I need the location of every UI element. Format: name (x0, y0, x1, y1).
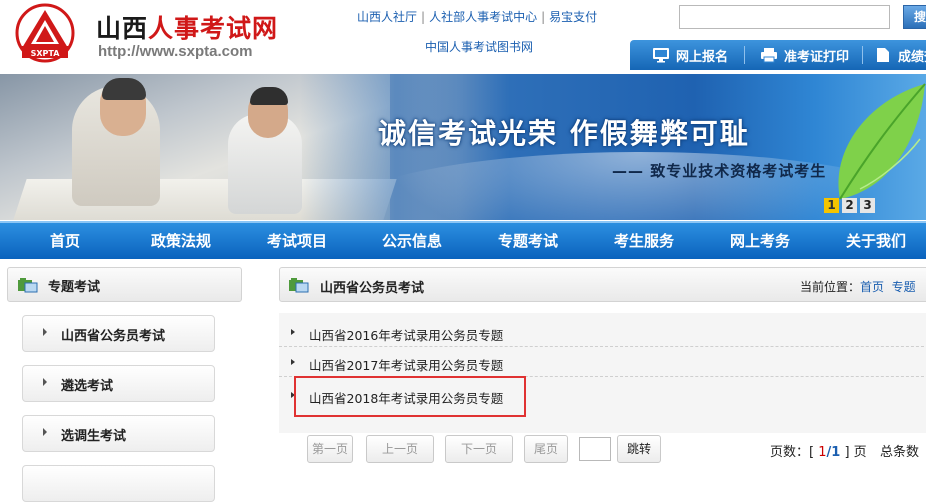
nav-policy[interactable]: 政策法规 (138, 223, 224, 259)
top-link-yeepay[interactable]: 易宝支付 (549, 10, 597, 24)
site-title-red: 人事考试网 (148, 14, 279, 43)
photo-examinee-1-hair (102, 78, 146, 100)
sxpta-logo[interactable]: SXPTA (10, 2, 80, 64)
last-page-button[interactable]: 尾页 (524, 435, 568, 463)
first-page-button[interactable]: 第一页 (307, 435, 353, 463)
document-icon (874, 47, 892, 63)
banner-slogan-sub: —— 致专业技术资格考试考生 (612, 162, 827, 180)
site-url: http://www.sxpta.com (98, 43, 253, 60)
prev-page-button[interactable]: 上一页 (366, 435, 434, 463)
page-unit: 页 (853, 445, 867, 460)
chevron-right-icon (43, 428, 47, 436)
content-header: 山西省公务员考试 当前位置：首页 专题 (279, 267, 926, 302)
page-count: 页数：[ 1/1 ] 页 (770, 441, 867, 460)
online-registration-button[interactable]: 网上报名 (652, 40, 728, 70)
banner-slogan: 诚信考试光荣 作假舞弊可耻 (378, 117, 750, 150)
article-item-2016[interactable]: 山西省2016年考试录用公务员专题 (279, 318, 926, 347)
site-title: 山西人事考试网 (96, 9, 278, 45)
current-page: 1 (818, 445, 827, 460)
breadcrumb-separator (884, 280, 892, 294)
divider (862, 46, 863, 64)
slide-dot-3[interactable]: 3 (860, 198, 875, 213)
total-pages: 1 (831, 445, 841, 460)
nav-special-exams[interactable]: 专题考试 (485, 223, 571, 259)
divider: | (421, 10, 426, 24)
score-query-button[interactable]: 成绩查 (874, 40, 926, 70)
slide-dot-1[interactable]: 1 (824, 198, 839, 213)
book-site-link[interactable]: 中国人事考试图书网 (425, 38, 533, 55)
search-input[interactable] (679, 5, 890, 29)
site-title-plain: 山西 (96, 14, 149, 43)
nav-home[interactable]: 首页 (22, 223, 108, 259)
site-header: SXPTA 山西人事考试网 http://www.sxpta.com 山西人社厅… (0, 0, 926, 74)
sidebar-title: 专题考试 (48, 280, 101, 295)
photo-examinee-2-hair (250, 87, 288, 105)
total-count-label: 总条数 (880, 445, 920, 460)
nav-online-affairs[interactable]: 网上考务 (717, 223, 803, 259)
score-query-label: 成绩查 (898, 49, 926, 65)
sidebar-item-selected-graduates-exam[interactable]: 选调生考试 (22, 415, 215, 452)
quick-links-bar: 网上报名 准考证打印 成绩查 (630, 40, 926, 70)
sidebar-item-selection-exam[interactable]: 遴选考试 (22, 365, 215, 402)
sidebar-item-label: 山西省公务员考试 (61, 329, 166, 344)
breadcrumb-home-link[interactable]: 首页 (860, 280, 884, 294)
folder-icon (18, 278, 38, 293)
monitor-icon (652, 47, 670, 63)
page-number-input[interactable] (579, 437, 611, 461)
sidebar-item-label: 遴选考试 (61, 379, 114, 394)
slider-dots: 1 2 3 (824, 198, 875, 213)
top-links: 山西人社厅 | 人社部人事考试中心 | 易宝支付 (357, 8, 597, 25)
triangle-right-icon (291, 329, 295, 335)
jump-button[interactable]: 跳转 (617, 435, 661, 463)
main-nav: 首页 政策法规 考试项目 公示信息 专题考试 考生服务 网上考务 关于我们 (0, 221, 926, 259)
divider (744, 46, 745, 64)
breadcrumb-label: 当前位置： (800, 280, 861, 294)
chevron-right-icon (43, 378, 47, 386)
banner: 诚信考试光荣 作假舞弊可耻 —— 致专业技术资格考试考生 1 2 3 (0, 74, 926, 220)
top-link-mohrss-exam-center[interactable]: 人社部人事考试中心 (429, 10, 537, 24)
article-title: 山西省2016年考试录用公务员专题 (309, 328, 504, 343)
nav-exam-projects[interactable]: 考试项目 (254, 223, 340, 259)
breadcrumb: 当前位置：首页 专题 (800, 278, 916, 295)
sidebar-item-civil-servant-exam[interactable]: 山西省公务员考试 (22, 315, 215, 352)
admission-ticket-print-label: 准考证打印 (784, 49, 850, 65)
online-registration-label: 网上报名 (676, 49, 729, 65)
nav-candidate-services[interactable]: 考生服务 (601, 223, 687, 259)
page-count-bracket-open: [ (809, 445, 815, 460)
article-item-2017[interactable]: 山西省2017年考试录用公务员专题 (279, 348, 926, 377)
leaf-decoration-icon (838, 83, 926, 200)
page-count-label: 页数： (770, 445, 810, 460)
slide-dot-2[interactable]: 2 (842, 198, 857, 213)
divider: | (541, 10, 546, 24)
top-link-shanxi-hrss[interactable]: 山西人社厅 (357, 10, 417, 24)
page-title: 山西省公务员考试 (320, 281, 425, 296)
next-page-button[interactable]: 下一页 (445, 435, 513, 463)
highlight-box (294, 376, 526, 417)
nav-about-us[interactable]: 关于我们 (833, 223, 919, 259)
page-count-bracket-close: ] (844, 445, 850, 460)
search-button[interactable]: 搜 (903, 5, 926, 29)
triangle-right-icon (291, 359, 295, 365)
sidebar-header: 专题考试 (7, 267, 242, 302)
breadcrumb-special-link[interactable]: 专题 (892, 280, 916, 294)
chevron-right-icon (43, 328, 47, 336)
nav-public-notices[interactable]: 公示信息 (369, 223, 455, 259)
logo-lettering: SXPTA (31, 49, 61, 58)
sidebar-item-partial[interactable] (22, 465, 215, 502)
folder-icon (289, 278, 309, 293)
article-title: 山西省2017年考试录用公务员专题 (309, 358, 504, 373)
printer-icon (760, 47, 778, 63)
admission-ticket-print-button[interactable]: 准考证打印 (760, 40, 849, 70)
sidebar-item-label: 选调生考试 (61, 429, 127, 444)
